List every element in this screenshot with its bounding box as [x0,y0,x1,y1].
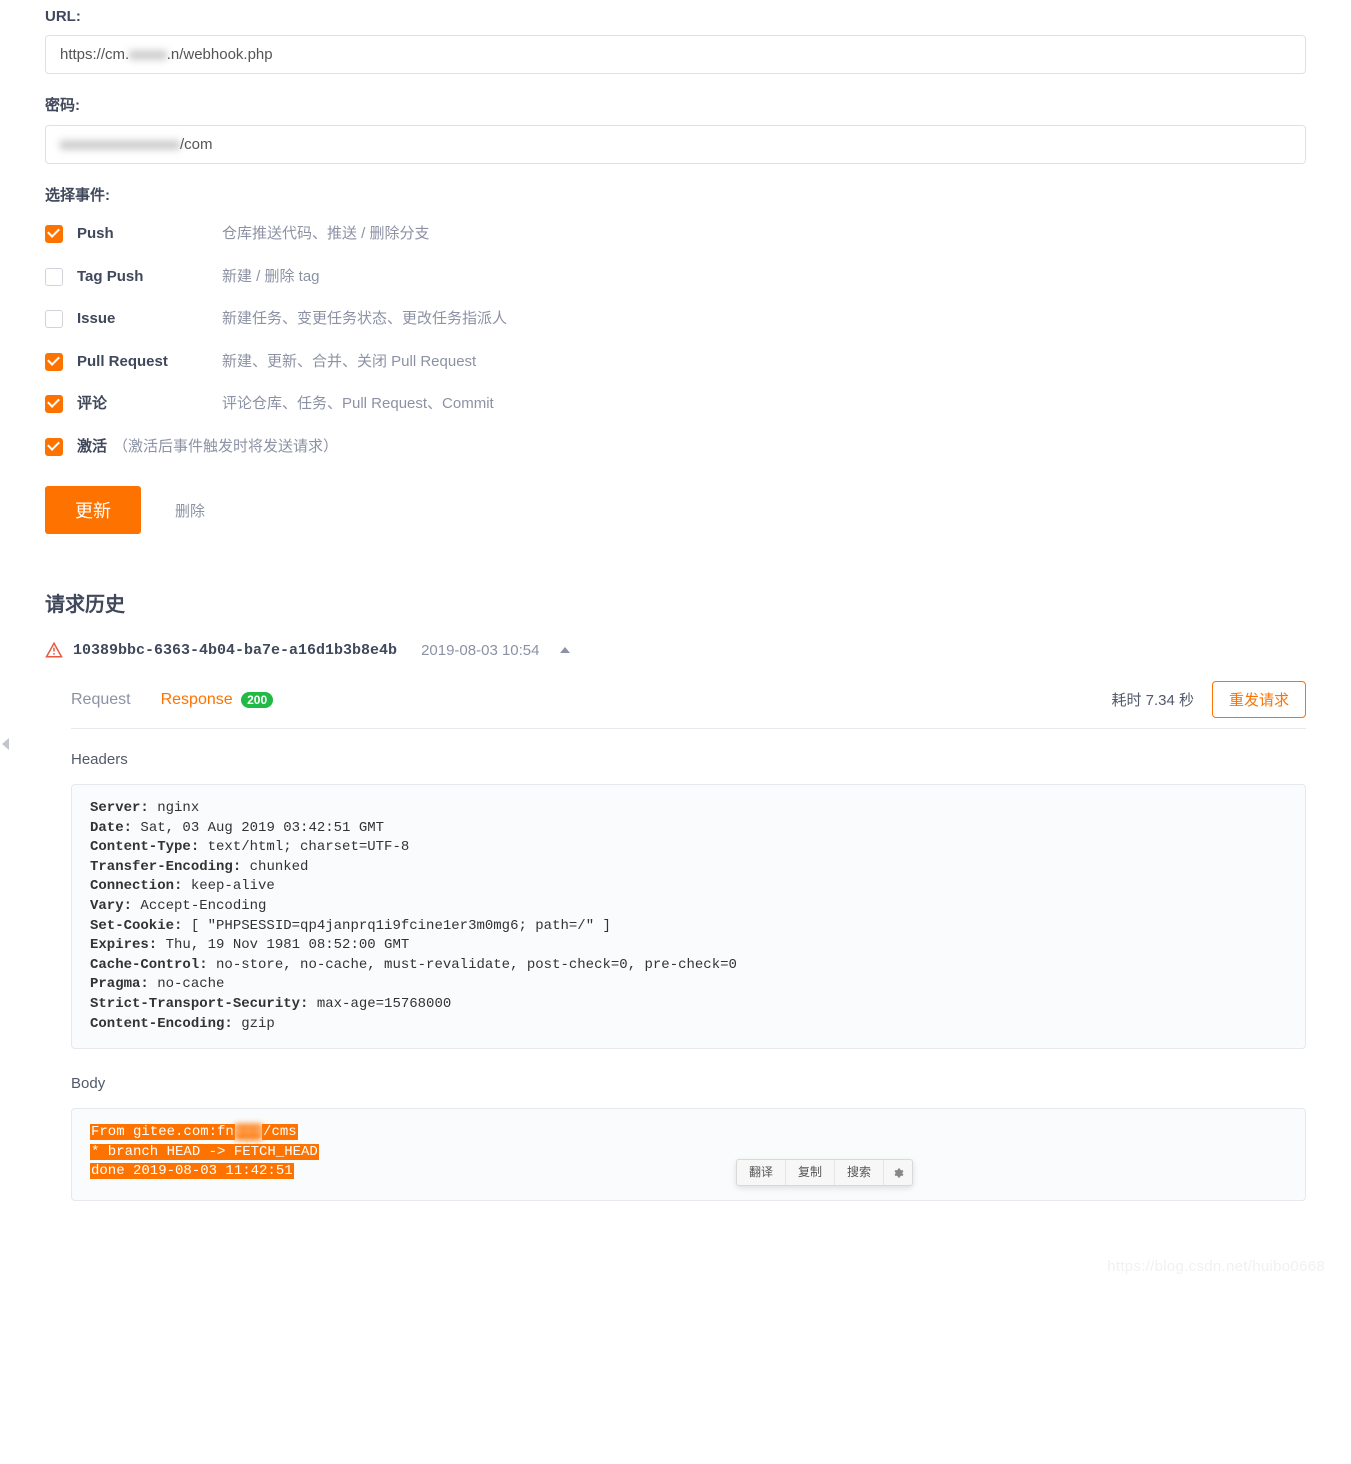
password-label: 密码: [45,94,1306,115]
event-desc: 评论仓库、任务、Pull Request、Commit [222,393,494,416]
resend-button[interactable]: 重发请求 [1212,681,1306,718]
url-field-block: URL: https://cm.xxxxx.n/webhook.php [45,8,1306,74]
status-badge: 200 [241,692,273,708]
body-l1a: From gitee.com:fn [90,1124,235,1140]
context-toolbar: 翻译 复制 搜索 [736,1159,913,1186]
url-value-post: .n/webhook.php [167,46,273,63]
ctx-settings[interactable] [884,1160,912,1185]
event-desc: 新建 / 删除 tag [222,266,320,289]
body-l1b: /cms [262,1124,298,1140]
headers-label: Headers [71,751,1306,768]
url-value-obscured: xxxxx [129,46,167,63]
body-l1-obscured: xxx [235,1124,262,1140]
event-row-pull-request: Pull Request 新建、更新、合并、关闭 Pull Request [45,351,1306,374]
event-row-push: Push 仓库推送代码、推送 / 删除分支 [45,223,1306,246]
elapsed-time: 耗时 7.34 秒 [1111,689,1194,710]
body-l2: * branch HEAD -> FETCH_HEAD [90,1144,319,1160]
history-item-header[interactable]: 10389bbc-6363-4b04-ba7e-a16d1b3b8e4b 201… [45,641,1306,659]
request-time: 2019-08-03 10:54 [421,642,539,659]
password-value-obscured: xxxxxxxxxxxxxxxx [60,136,180,153]
url-input[interactable]: https://cm.xxxxx.n/webhook.php [45,35,1306,74]
events-block: 选择事件: Push 仓库推送代码、推送 / 删除分支 Tag Push 新建 … [45,184,1306,534]
body-l3: done 2019-08-03 11:42:51 [90,1163,294,1179]
event-name: Tag Push [77,266,222,289]
checkbox-comment[interactable] [45,395,63,413]
response-headers: Server: nginx Date: Sat, 03 Aug 2019 03:… [71,784,1306,1049]
event-name: Push [77,223,222,246]
update-button[interactable]: 更新 [45,486,141,534]
url-value-pre: https://cm. [60,46,129,63]
password-input[interactable]: xxxxxxxxxxxxxxxx/com [45,125,1306,164]
checkbox-push[interactable] [45,225,63,243]
gear-icon [892,1167,904,1179]
event-name: Pull Request [77,351,222,374]
password-field-block: 密码: xxxxxxxxxxxxxxxx/com [45,94,1306,164]
request-id: 10389bbc-6363-4b04-ba7e-a16d1b3b8e4b [73,642,397,659]
ctx-copy[interactable]: 复制 [786,1160,835,1185]
warning-triangle-icon [45,641,63,659]
activate-row: 激活 （激活后事件触发时将发送请求） [45,436,1306,459]
caret-up-icon [560,647,570,653]
event-desc: 新建、更新、合并、关闭 Pull Request [222,351,476,374]
activate-label: 激活 [77,436,107,459]
event-row-comment: 评论 评论仓库、任务、Pull Request、Commit [45,393,1306,416]
checkbox-tag-push[interactable] [45,268,63,286]
event-desc: 新建任务、变更任务状态、更改任务指派人 [222,308,507,331]
event-name: Issue [77,308,222,331]
history-title: 请求历史 [45,588,1306,617]
url-label: URL: [45,8,1306,25]
activate-hint: （激活后事件触发时将发送请求） [113,436,338,459]
tab-response[interactable]: Response 200 [161,691,274,709]
tab-response-label: Response [161,691,233,708]
tab-request[interactable]: Request [71,691,131,709]
response-body: From gitee.com:fnxxx/cms * branch HEAD -… [71,1108,1306,1201]
checkbox-activate[interactable] [45,438,63,456]
event-name: 评论 [77,393,222,416]
password-value-post: /com [180,136,213,153]
watermark: https://blog.csdn.net/huibo0668 [1107,1258,1325,1275]
history-section: 请求历史 10389bbc-6363-4b04-ba7e-a16d1b3b8e4… [45,588,1306,1201]
body-label: Body [71,1075,1306,1092]
delete-button[interactable]: 删除 [175,500,205,521]
event-row-tag-push: Tag Push 新建 / 删除 tag [45,266,1306,289]
event-desc: 仓库推送代码、推送 / 删除分支 [222,223,430,246]
event-row-issue: Issue 新建任务、变更任务状态、更改任务指派人 [45,308,1306,331]
events-title: 选择事件: [45,184,1306,205]
checkbox-pull-request[interactable] [45,353,63,371]
ctx-translate[interactable]: 翻译 [737,1160,786,1185]
checkbox-issue[interactable] [45,310,63,328]
collapse-caret-icon[interactable] [0,734,10,754]
ctx-search[interactable]: 搜索 [835,1160,884,1185]
